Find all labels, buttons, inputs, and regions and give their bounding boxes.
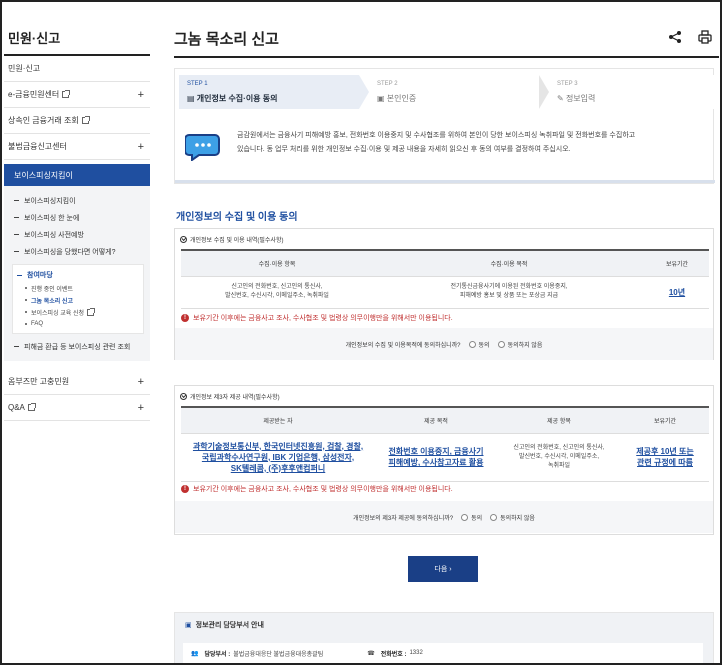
print-icon[interactable] (698, 30, 712, 44)
table-header: 제공 목적 (375, 406, 497, 434)
sidebar-item-label: e-금융민원센터 (8, 90, 60, 99)
purpose-link[interactable]: 전화번호 이용중지, 금융사기 피해예방, 수사참고자료 활용 (375, 433, 497, 482)
third-party-table: 제공받는 자 제공 목적 제공 항목 보유기간 과학기술정보통신부, 한국인터넷… (181, 406, 709, 482)
agree-radio[interactable] (468, 340, 476, 348)
sidebar-sub3-item[interactable]: 보이스피싱 교육 신청 (13, 306, 143, 318)
panel-heading: 개인정보 제3자 제공 내역(필수사항) (190, 395, 280, 401)
disagree-radio[interactable] (497, 340, 505, 348)
people-icon: 👥 (191, 650, 199, 657)
external-link-icon (81, 116, 90, 125)
notice: 금감원에서는 금융사기 피해예방 홍보, 전화번호 이용중지 및 수사협조를 위… (185, 123, 700, 173)
table-row: 과학기술정보통신부, 한국인터넷진흥원, 검찰, 경찰, 국립과학수사연구원, I… (181, 433, 709, 482)
table-header: 보유기간 (621, 406, 709, 434)
info-icon: ▣ (185, 622, 192, 629)
sidebar-submenu: 보이스피싱지킴이 보이스피싱 한 눈에 보이스피싱 사전예방 보이스피싱을 당했… (4, 186, 150, 361)
sidebar-sub-item[interactable]: 보이스피싱을 당했다면 어떻게? (4, 243, 150, 260)
step-3: STEP 3 ✎ 정보입력 (549, 75, 720, 109)
step-1: STEP 1 ▤ 개인정보 수집·이용 동의 (179, 75, 359, 109)
collection-consent-panel: 개인정보 수집 및 이용 내역(필수사항) 수집·이용 항목 수집·이용 목적 … (174, 228, 714, 360)
page-title: 그놈 목소리 신고 (174, 31, 279, 48)
step-arrow (539, 75, 549, 109)
sidebar-item-e-complaint[interactable]: e-금융민원센터 + (4, 82, 150, 108)
plus-icon[interactable]: + (138, 376, 144, 388)
sidebar-item-complaint[interactable]: 민원·신고 (4, 56, 150, 82)
speech-bubble-icon (185, 134, 220, 161)
sidebar-participation-box: 참여마당 진행 중인 이벤트 그놈 목소리 신고 보이스피싱 교육 신청 FAQ (12, 264, 144, 334)
table-header: 수집·이용 항목 (181, 249, 373, 277)
warning-text: ! 보유기간 이후에는 금융사고 조사, 수사협조 및 법령상 의무이행만을 위해… (181, 313, 453, 323)
sidebar-item-illegal-finance[interactable]: 불법금융신고센터 + (4, 134, 150, 160)
sidebar-item-label: 민원·신고 (8, 64, 41, 73)
sidebar-item-qna[interactable]: Q&A + (4, 395, 150, 421)
next-button[interactable]: 다음 › (408, 556, 478, 582)
table-row: 신고인의 전화번호, 신고인의 통신사, 발신번호, 수신시각, 이메일주소, 녹… (181, 276, 709, 309)
step-indicator: STEP 1 ▤ 개인정보 수집·이용 동의 STEP 2 ▣ 본인인증 STE… (179, 75, 720, 109)
steps-panel: STEP 1 ▤ 개인정보 수집·이용 동의 STEP 2 ▣ 본인인증 STE… (174, 68, 720, 184)
user-icon: ▣ (377, 94, 387, 103)
sidebar-sub3-item[interactable]: 진행 중인 이벤트 (13, 282, 143, 294)
step-2: STEP 2 ▣ 본인인증 (369, 75, 549, 109)
third-party-consent-panel: 개인정보 제3자 제공 내역(필수사항) 제공받는 자 제공 목적 제공 항목 … (174, 385, 714, 535)
table-header: 수집·이용 목적 (373, 249, 645, 277)
title-divider (174, 56, 719, 58)
recipients-link[interactable]: 과학기술정보통신부, 한국인터넷진흥원, 검찰, 경찰, 국립과학수사연구원, I… (181, 433, 375, 482)
disagree-radio[interactable] (490, 513, 498, 521)
warning-text: ! 보유기간 이후에는 금융사고 조사, 수사협조 및 법령상 의무이행만을 위해… (181, 484, 453, 494)
sidebar-sub-item[interactable]: 보이스피싱지킴이 (4, 192, 150, 209)
sidebar-title: 민원·신고 (4, 4, 150, 56)
check-icon (180, 393, 187, 400)
sidebar: 민원·신고 민원·신고 e-금융민원센터 + 상속인 금융거래 조회 불법금융신고… (4, 4, 150, 663)
pencil-icon: ✎ (557, 94, 566, 103)
table-header: 보유기간 (645, 249, 709, 277)
external-link-icon (27, 403, 36, 412)
consent-question: 개인정보의 수집 및 이용목적에 동의하십니까? 동의 동의하지 않음 (175, 328, 713, 360)
section-title: 개인정보의 수집 및 이용 동의 (176, 212, 298, 223)
sidebar-item-label: 상속인 금융거래 조회 (8, 116, 79, 125)
alert-icon: ! (181, 485, 189, 493)
sidebar-sub3-item-active[interactable]: 그놈 목소리 신고 (13, 294, 143, 306)
period-link[interactable]: 10년 (645, 276, 709, 309)
plus-icon[interactable]: + (138, 141, 144, 153)
check-icon (180, 236, 187, 243)
sidebar-item-voice-phishing[interactable]: 보이스피싱지킴이 (4, 164, 150, 186)
step-arrow (359, 75, 369, 109)
agree-radio[interactable] (461, 513, 469, 521)
share-icon[interactable] (668, 30, 682, 44)
sidebar-sub3-item[interactable]: FAQ (13, 318, 143, 330)
main-content: 그놈 목소리 신고 STEP 1 ▤ 개인정보 수집·이용 동의 STEP 2 … (174, 4, 720, 663)
document-icon: ▤ (187, 94, 197, 103)
sidebar-sub-head[interactable]: 참여마당 (13, 268, 143, 282)
sidebar-sub-item[interactable]: 보이스피싱 사전예방 (4, 226, 150, 243)
sidebar-sub-item[interactable]: 보이스피싱 한 눈에 (4, 209, 150, 226)
sidebar-item-label: 불법금융신고센터 (8, 142, 67, 151)
page-frame: 민원·신고 민원·신고 e-금융민원센터 + 상속인 금융거래 조회 불법금융신고… (0, 0, 722, 665)
consent-question: 개인정보의 제3자 제공에 동의하십니까? 동의 동의하지 않음 (175, 501, 713, 533)
table-header: 제공 항목 (497, 406, 621, 434)
table-header-row: 제공받는 자 제공 목적 제공 항목 보유기간 (181, 406, 709, 434)
panel-heading: 개인정보 수집 및 이용 내역(필수사항) (190, 238, 284, 244)
notice-text: 금감원에서는 금융사기 피해예방 홍보, 전화번호 이용중지 및 수사협조를 위… (237, 132, 636, 153)
sidebar-item-inheritance[interactable]: 상속인 금융거래 조회 (4, 108, 150, 134)
sidebar-sub-item[interactable]: 피해금 환급 등 보이스피싱 관련 조회 (4, 338, 150, 355)
steps-footer-bar (175, 180, 715, 183)
plus-icon[interactable]: + (138, 89, 144, 101)
contact-box: ▣ 정보관리 담당부서 안내 👥 담당부서 : 불법금융대응단 불법금융대응총괄팀 … (174, 612, 714, 663)
collection-table: 수집·이용 항목 수집·이용 목적 보유기간 신고인의 전화번호, 신고인의 통… (181, 249, 709, 309)
contact-row: 👥 담당부서 : 불법금융대응단 불법금융대응총괄팀 ☎ 전화번호 :1332 (183, 643, 703, 663)
table-header-row: 수집·이용 항목 수집·이용 목적 보유기간 (181, 249, 709, 277)
table-header: 제공받는 자 (181, 406, 375, 434)
external-link-icon (62, 90, 71, 99)
alert-icon: ! (181, 314, 189, 322)
phone-icon: ☎ (367, 650, 375, 657)
period-link[interactable]: 제공후 10년 또는 관련 규정에 따름 (621, 433, 709, 482)
contact-heading: 정보관리 담당부서 안내 (195, 622, 264, 629)
sidebar-item-ombudsman[interactable]: 옴부즈만 고충민원 + (4, 369, 150, 395)
plus-icon[interactable]: + (138, 402, 144, 414)
external-link-icon (87, 307, 96, 316)
